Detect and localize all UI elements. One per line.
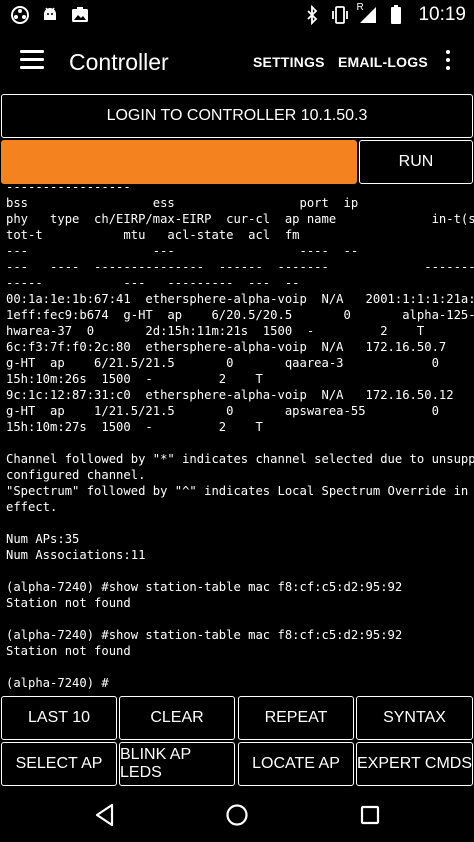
settings-button[interactable]: SETTINGS (253, 54, 325, 70)
status-right-icons: R 10:19 (302, 2, 466, 26)
console-output-text: ----------------- bss ess port ip phy ty… (6, 185, 474, 690)
bluetooth-icon (302, 5, 322, 25)
image-notification-icon (70, 5, 90, 25)
login-to-controller-button[interactable]: LOGIN TO CONTROLLER 10.1.50.3 (1, 94, 473, 138)
command-input[interactable] (1, 140, 357, 184)
recents-icon[interactable] (357, 802, 383, 828)
last-10-button[interactable]: LAST 10 (1, 696, 117, 740)
vibrate-icon (330, 5, 350, 25)
status-left-icons (10, 5, 90, 25)
console-output-panel[interactable]: ----------------- bss ess port ip phy ty… (0, 185, 474, 695)
signal-roaming-label: R (356, 2, 364, 13)
select-ap-button[interactable]: SELECT AP (1, 742, 117, 786)
android-debug-icon (40, 5, 60, 25)
syntax-button[interactable]: SYNTAX (356, 696, 473, 740)
signal-icon: R (356, 2, 378, 25)
page-title: Controller (69, 49, 169, 75)
battery-icon (386, 5, 406, 25)
status-time: 10:19 (418, 4, 466, 25)
menu-icon[interactable] (20, 50, 44, 74)
email-logs-button[interactable]: EMAIL-LOGS (338, 54, 428, 70)
back-icon[interactable] (92, 802, 118, 828)
run-button[interactable]: RUN (359, 140, 473, 184)
locate-ap-button[interactable]: LOCATE AP (238, 742, 354, 786)
app-bar: Controller SETTINGS EMAIL-LOGS (0, 32, 474, 92)
expert-cmds-button[interactable]: EXPERT CMDS (356, 742, 473, 786)
overflow-menu-icon[interactable] (440, 50, 456, 74)
clear-button[interactable]: CLEAR (119, 696, 235, 740)
home-icon[interactable] (224, 802, 250, 828)
blink-ap-leds-button[interactable]: BLINK AP LEDS (119, 742, 235, 786)
navigation-bar (0, 788, 474, 842)
status-bar: R 10:19 (0, 0, 474, 32)
app-notification-icon (10, 5, 30, 25)
repeat-button[interactable]: REPEAT (238, 696, 354, 740)
